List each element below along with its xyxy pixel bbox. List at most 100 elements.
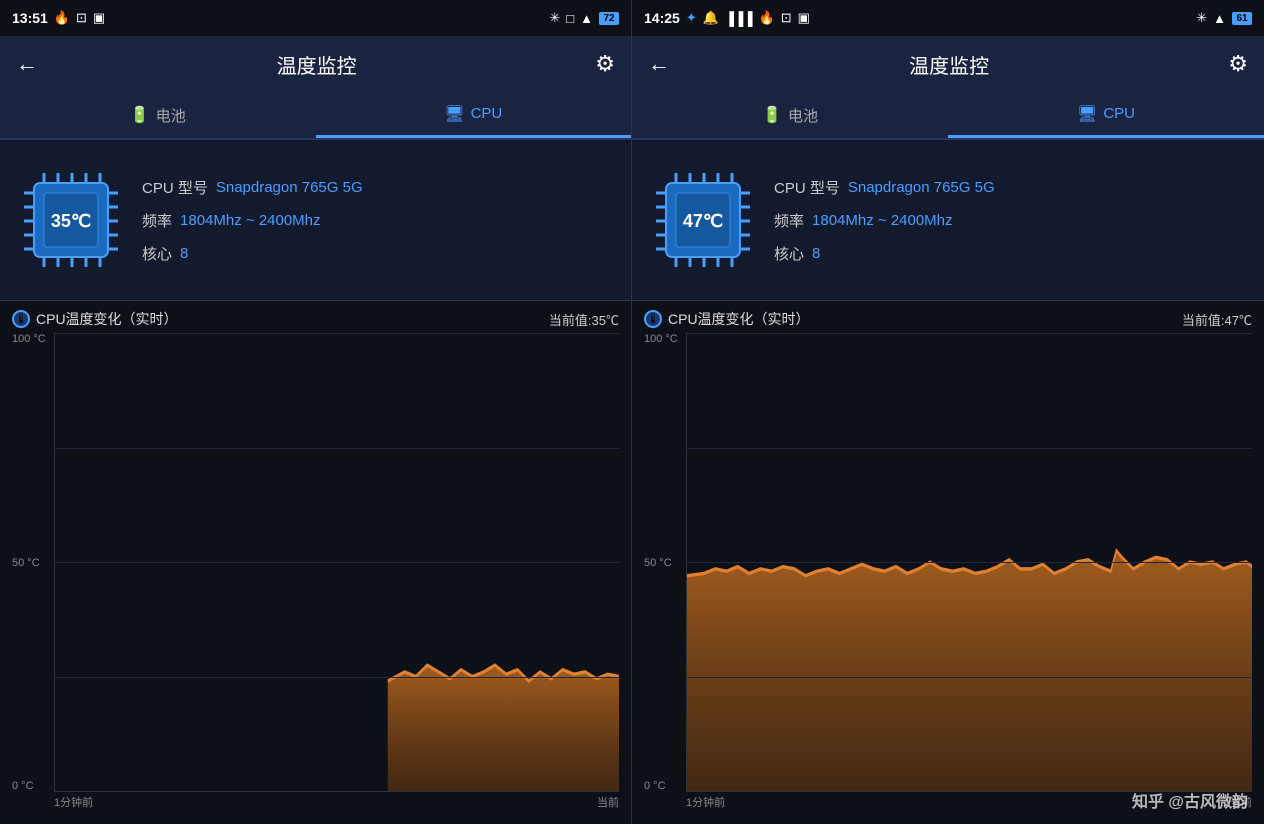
chart-title-row-1: 🌡 CPU温度变化（实时） [12,309,178,329]
thermometer-icon-1: 🌡 [12,310,30,328]
cpu-core-label-1: 核心 [142,243,172,264]
cpu-chip-2: 47℃ [648,165,758,275]
grid-line-75-1 [55,677,619,678]
grid-line-top-1 [55,333,619,334]
chart-area-2 [686,333,1252,792]
cpu-model-label-1: CPU 型号 [142,177,208,198]
tab-cpu-label-1: CPU [471,105,503,122]
battery-indicator-2: 61 [1232,12,1252,25]
cpu-model-value-2: Snapdragon 765G 5G [848,179,995,196]
status-bar-2: 14:25 ✦ 🔔 ▐▐▐ 🔥 ⊡ ▣ ✳ ▲ 61 [632,0,1264,36]
cpu-model-row-2: CPU 型号 Snapdragon 765G 5G [774,177,1248,198]
chart-header-1: 🌡 CPU温度变化（实时） 当前值:35℃ [12,309,619,329]
tab-battery-label-2: 电池 [788,105,818,126]
grid-line-25-2 [687,448,1252,449]
chart-section-1: 🌡 CPU温度变化（实时） 当前值:35℃ 100 °C 50 °C 0 °C [0,301,631,824]
fire-icon-2: 🔥 [759,10,775,26]
chart-y-100-2: 100 °C [644,333,686,345]
status-left-1: 13:51 🔥 ⊡ ▣ [12,10,105,26]
content-area-1: 35℃ CPU 型号 Snapdragon 765G 5G 频率 1804Mhz… [0,140,631,824]
cpu-info-2: 47℃ CPU 型号 Snapdragon 765G 5G 频率 1804Mhz… [632,140,1264,300]
chart-y-labels-2: 100 °C 50 °C 0 °C [644,333,686,792]
cpu-core-value-2: 8 [812,245,820,262]
cpu-info-1: 35℃ CPU 型号 Snapdragon 765G 5G 频率 1804Mhz… [0,140,631,300]
check-icon-2: ✦ [686,10,697,26]
cpu-model-value-1: Snapdragon 765G 5G [216,179,363,196]
bluetooth-icon-1: ✳ [549,10,560,26]
status-time-2: 14:25 [644,10,680,26]
wifi-icon-1: ▲ [580,11,593,26]
cpu-core-row-1: 核心 8 [142,243,615,264]
gear-icon-1[interactable]: ⚙ [595,51,615,77]
back-button-2[interactable]: ← [648,51,670,77]
cpu-core-row-2: 核心 8 [774,243,1248,264]
tabs-1: 🔋 电池 🖥 CPU [0,92,631,140]
chart-y-100-1: 100 °C [12,333,54,345]
cpu-freq-label-1: 频率 [142,210,172,231]
cpu-details-1: CPU 型号 Snapdragon 765G 5G 频率 1804Mhz ~ 2… [142,177,615,264]
chart-y-labels-1: 100 °C 50 °C 0 °C [12,333,54,792]
cpu-tab-icon-2: 🖥 [1077,104,1097,124]
chart-title-2: CPU温度变化（实时） [668,309,810,329]
tab-cpu-2[interactable]: 🖥 CPU [948,92,1264,138]
thermometer-icon-2: 🌡 [644,310,662,328]
page-title-2: 温度监控 [909,50,989,79]
chart-header-2: 🌡 CPU温度变化（实时） 当前值:47℃ [644,309,1252,329]
tab-battery-2[interactable]: 🔋 电池 [632,92,948,138]
tab-battery-label-1: 电池 [156,105,186,126]
toolbar-2: ← 温度监控 ⚙ [632,36,1264,92]
chart-container-1: 100 °C 50 °C 0 °C [12,333,619,812]
grid-line-top-2 [687,333,1252,334]
cpu-tab-icon-1: 🖥 [444,104,464,124]
grid-line-50-1 [55,562,619,563]
chart-y-0-1: 0 °C [12,780,54,792]
bell-icon-2: 🔔 [703,10,719,26]
bluetooth-icon-2: ✳ [1196,10,1207,26]
watermark-2: 知乎 @古风微韵 [1132,788,1248,812]
cpu-core-value-1: 8 [180,245,188,262]
status-icon-2a: ⊡ [781,10,792,26]
chart-y-50-1: 50 °C [12,557,54,569]
battery-tab-icon-1: 🔋 [130,105,150,125]
wifi-icon-2: ▲ [1213,11,1226,26]
chart-current-2: 当前值:47℃ [1182,310,1252,329]
tab-cpu-label-2: CPU [1103,105,1135,122]
chart-x-end-1: 当前 [597,794,619,810]
toolbar-1: ← 温度监控 ⚙ [0,36,631,92]
chart-section-2: 🌡 CPU温度变化（实时） 当前值:47℃ 100 °C 50 °C 0 °C [632,301,1264,824]
status-right-1: ✳ □ ▲ 72 [549,10,619,26]
cpu-details-2: CPU 型号 Snapdragon 765G 5G 频率 1804Mhz ~ 2… [774,177,1248,264]
chart-y-0-2: 0 °C [644,780,686,792]
cpu-model-label-2: CPU 型号 [774,177,840,198]
chart-current-1: 当前值:35℃ [549,310,619,329]
chart-x-start-1: 1分钟前 [54,794,93,810]
content-area-2: 47℃ CPU 型号 Snapdragon 765G 5G 频率 1804Mhz… [632,140,1264,824]
page-title-1: 温度监控 [277,50,357,79]
cpu-core-label-2: 核心 [774,243,804,264]
status-icon-1a: ⊡ [76,10,87,26]
phone-panel-1: 13:51 🔥 ⊡ ▣ ✳ □ ▲ 72 ← 温度监控 ⚙ 🔋 电池 🖥 CPU [0,0,632,824]
cpu-freq-value-1: 1804Mhz ~ 2400Mhz [180,212,321,229]
grid-line-50-2 [687,562,1252,563]
grid-line-75-2 [687,677,1252,678]
tab-battery-1[interactable]: 🔋 电池 [0,92,316,138]
cpu-freq-label-2: 频率 [774,210,804,231]
svg-text:35℃: 35℃ [51,211,91,231]
tab-cpu-1[interactable]: 🖥 CPU [316,92,632,138]
status-time-1: 13:51 [12,10,48,26]
battery-tab-icon-2: 🔋 [762,105,782,125]
chart-area-1 [54,333,619,792]
fire-icon-1: 🔥 [54,10,70,26]
grid-line-25-1 [55,448,619,449]
signal-icon-1: □ [566,11,574,26]
phone-panel-2: 14:25 ✦ 🔔 ▐▐▐ 🔥 ⊡ ▣ ✳ ▲ 61 ← 温度监控 ⚙ 🔋 电池… [632,0,1264,824]
cpu-freq-row-1: 频率 1804Mhz ~ 2400Mhz [142,210,615,231]
battery-indicator-1: 72 [599,12,619,25]
status-icon-1b: ▣ [93,10,105,26]
gear-icon-2[interactable]: ⚙ [1228,51,1248,77]
chart-title-1: CPU温度变化（实时） [36,309,178,329]
status-left-2: 14:25 ✦ 🔔 ▐▐▐ 🔥 ⊡ ▣ [644,10,810,26]
status-icon-2b: ▣ [798,10,810,26]
chart-y-50-2: 50 °C [644,557,686,569]
back-button-1[interactable]: ← [16,51,38,77]
